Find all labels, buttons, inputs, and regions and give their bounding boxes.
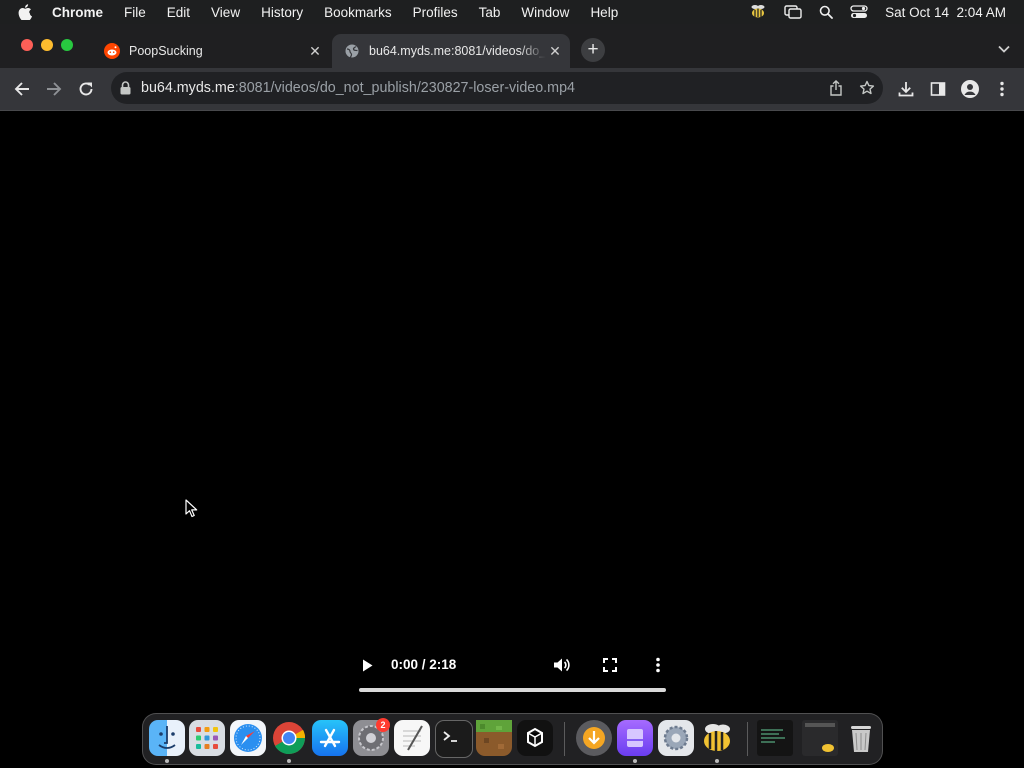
reload-icon bbox=[79, 82, 93, 96]
fullscreen-icon bbox=[603, 658, 617, 672]
menu-help[interactable]: Help bbox=[590, 5, 618, 20]
menu-edit[interactable]: Edit bbox=[167, 5, 190, 20]
play-icon bbox=[362, 659, 372, 671]
kebab-menu-icon bbox=[656, 657, 660, 673]
menu-profiles[interactable]: Profiles bbox=[413, 5, 458, 20]
tab-video[interactable]: bu64.myds.me:8081/videos/do_not_publish/… bbox=[332, 34, 570, 68]
share-icon[interactable] bbox=[829, 80, 843, 101]
reload-button[interactable] bbox=[76, 79, 96, 99]
video-controls: 0:00 / 2:18 bbox=[355, 647, 670, 697]
back-button[interactable] bbox=[12, 79, 32, 99]
downloads-button[interactable] bbox=[896, 79, 916, 99]
minimized-window-bee[interactable] bbox=[802, 720, 838, 756]
finder-icon[interactable] bbox=[149, 720, 185, 756]
menu-file[interactable]: File bbox=[124, 5, 146, 20]
close-tab-icon[interactable]: ✕ bbox=[546, 43, 564, 60]
back-arrow-icon bbox=[14, 82, 29, 96]
textedit-icon[interactable] bbox=[394, 720, 430, 756]
close-tab-icon[interactable]: ✕ bbox=[306, 43, 324, 60]
app-store-icon[interactable] bbox=[312, 720, 348, 756]
dock-separator bbox=[747, 722, 748, 756]
bee-app-icon[interactable] bbox=[699, 720, 735, 756]
profile-button[interactable] bbox=[960, 79, 980, 99]
video-time-display: 0:00 / 2:18 bbox=[391, 657, 457, 672]
notification-badge: 2 bbox=[376, 718, 390, 732]
mute-button[interactable] bbox=[552, 655, 572, 675]
reddit-icon bbox=[104, 43, 120, 59]
safari-icon[interactable] bbox=[230, 720, 266, 756]
url-path: :8081/videos/do_not_publish/230827-loser… bbox=[234, 80, 575, 96]
bee-status-icon[interactable] bbox=[749, 4, 767, 20]
video-player[interactable] bbox=[0, 111, 1024, 711]
minecraft-icon[interactable] bbox=[476, 720, 512, 756]
app-menu-chrome[interactable]: Chrome bbox=[52, 5, 103, 20]
kebab-menu-icon bbox=[1000, 81, 1004, 97]
url-host: bu64.myds.me bbox=[141, 80, 235, 96]
minimized-window-terminal[interactable] bbox=[757, 720, 793, 756]
menu-bar: Chrome File Edit View History Bookmarks … bbox=[0, 0, 1024, 24]
menu-bookmarks[interactable]: Bookmarks bbox=[324, 5, 392, 20]
dock-separator bbox=[564, 722, 565, 756]
forward-button[interactable] bbox=[44, 79, 64, 99]
close-window-button[interactable] bbox=[21, 39, 33, 51]
downloader-icon[interactable] bbox=[576, 720, 612, 756]
play-button[interactable] bbox=[357, 655, 377, 675]
terminal-icon[interactable] bbox=[435, 720, 473, 758]
chevron-down-icon bbox=[998, 45, 1010, 53]
url-text[interactable]: bu64.myds.me:8081/videos/do_not_publish/… bbox=[141, 80, 575, 96]
apple-menu-icon[interactable] bbox=[18, 4, 38, 20]
mouse-cursor-icon bbox=[185, 499, 198, 518]
menubar-clock[interactable]: Sat Oct 14 2:04 AM bbox=[885, 5, 1006, 20]
control-center-icon[interactable] bbox=[850, 5, 868, 19]
video-options-button[interactable] bbox=[648, 655, 668, 675]
video-progress-bar[interactable] bbox=[359, 688, 666, 692]
browser-toolbar: bu64.myds.me:8081/videos/do_not_publish/… bbox=[0, 68, 1024, 111]
menu-history[interactable]: History bbox=[261, 5, 303, 20]
preferences-gear-icon[interactable] bbox=[658, 720, 694, 756]
zoom-window-button[interactable] bbox=[61, 39, 73, 51]
fullscreen-button[interactable] bbox=[600, 655, 620, 675]
disk-utility-icon[interactable] bbox=[617, 720, 653, 756]
forward-arrow-icon bbox=[47, 82, 62, 96]
running-indicator bbox=[287, 759, 291, 763]
lock-icon[interactable] bbox=[120, 81, 131, 95]
volume-icon bbox=[554, 658, 570, 672]
globe-icon bbox=[345, 44, 359, 58]
screen-mirroring-icon[interactable] bbox=[784, 5, 802, 19]
chrome-icon[interactable] bbox=[271, 720, 307, 756]
new-tab-button[interactable]: + bbox=[581, 38, 605, 62]
tab-strip: PoopSucking ✕ bu64.myds.me:8081/videos/d… bbox=[0, 24, 1024, 69]
running-indicator bbox=[165, 759, 169, 763]
tab-search-button[interactable] bbox=[998, 40, 1010, 58]
menu-tab[interactable]: Tab bbox=[479, 5, 501, 20]
running-indicator bbox=[715, 759, 719, 763]
minimize-window-button[interactable] bbox=[41, 39, 53, 51]
menu-view[interactable]: View bbox=[211, 5, 240, 20]
tab-title: bu64.myds.me:8081/videos/do_not_publish/… bbox=[369, 44, 546, 58]
bookmark-star-icon[interactable] bbox=[859, 80, 875, 101]
launchpad-icon[interactable] bbox=[189, 720, 225, 756]
chatgpt-icon[interactable] bbox=[517, 720, 553, 756]
download-icon bbox=[898, 82, 914, 97]
side-panel-button[interactable] bbox=[928, 79, 948, 99]
running-indicator bbox=[633, 759, 637, 763]
trash-icon[interactable] bbox=[843, 720, 879, 756]
tab-title: PoopSucking bbox=[129, 44, 203, 58]
chrome-menu-button[interactable] bbox=[992, 79, 1012, 99]
profile-avatar-icon bbox=[961, 80, 979, 98]
spotlight-search-icon[interactable] bbox=[819, 5, 834, 19]
dock: 2 bbox=[142, 713, 883, 765]
address-bar[interactable]: bu64.myds.me:8081/videos/do_not_publish/… bbox=[111, 72, 883, 104]
tab-reddit[interactable]: PoopSucking ✕ bbox=[92, 34, 330, 68]
side-panel-icon bbox=[930, 82, 946, 96]
menu-window[interactable]: Window bbox=[521, 5, 569, 20]
